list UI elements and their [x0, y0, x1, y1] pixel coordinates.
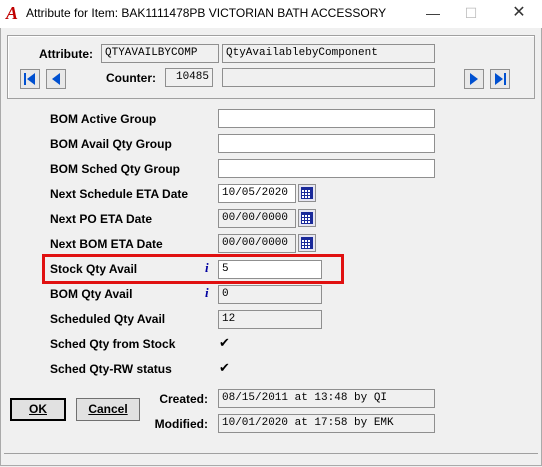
ok-button-label: OK [29, 402, 47, 416]
sched-qty-rw-status-checkbox[interactable]: ✔ [219, 361, 232, 374]
next-po-eta-calendar-button[interactable] [298, 209, 316, 227]
counter-extra-field [222, 68, 435, 87]
created-field: 08/15/2011 at 13:48 by QI [218, 389, 435, 408]
attribute-name-field: QtyAvailablebyComponent [222, 44, 435, 63]
sched-qty-from-stock-label: Sched Qty from Stock [50, 337, 176, 351]
first-record-icon [24, 73, 35, 85]
next-po-eta-input[interactable]: 00/00/0000 [218, 209, 296, 228]
app-logo-icon: A [6, 3, 19, 23]
bom-active-group-input[interactable] [218, 109, 435, 128]
maximize-button[interactable]: ☐ [452, 0, 490, 28]
calendar-icon [301, 237, 313, 249]
next-record-button[interactable] [464, 69, 484, 89]
previous-record-icon [52, 73, 60, 85]
next-po-eta-label: Next PO ETA Date [50, 212, 153, 226]
sched-qty-from-stock-checkbox[interactable]: ✔ [219, 336, 232, 349]
attribute-code-field: QTYAVAILBYCOMP [101, 44, 219, 63]
first-record-button[interactable] [20, 69, 40, 89]
close-button[interactable]: ✕ [500, 0, 538, 28]
attribute-label: Attribute: [39, 47, 93, 61]
last-record-icon [495, 73, 506, 85]
bom-avail-qty-group-label: BOM Avail Qty Group [50, 137, 172, 151]
title-bar: A Attribute for Item: BAK1111478PB VICTO… [0, 0, 542, 28]
window-title: Attribute for Item: BAK1111478PB VICTORI… [26, 6, 387, 20]
last-record-button[interactable] [490, 69, 510, 89]
scheduled-qty-avail-label: Scheduled Qty Avail [50, 312, 166, 326]
calendar-icon [301, 187, 313, 199]
bom-qty-avail-label: BOM Qty Avail [50, 287, 133, 301]
bom-qty-avail-input[interactable]: 0 [218, 285, 322, 304]
next-schedule-eta-label: Next Schedule ETA Date [50, 187, 189, 201]
created-label: Created: [159, 392, 208, 406]
bom-qty-info-icon[interactable]: i [205, 285, 209, 301]
bom-active-group-label: BOM Active Group [50, 112, 157, 126]
bom-sched-qty-group-input[interactable] [218, 159, 435, 178]
next-bom-eta-input[interactable]: 00/00/0000 [218, 234, 296, 253]
cancel-button[interactable]: Cancel [76, 398, 140, 421]
next-schedule-eta-input[interactable]: 10/05/2020 [218, 184, 296, 203]
scheduled-qty-avail-input[interactable]: 12 [218, 310, 322, 329]
bom-avail-qty-group-input[interactable] [218, 134, 435, 153]
bom-sched-qty-group-label: BOM Sched Qty Group [50, 162, 181, 176]
ok-button[interactable]: OK [10, 398, 66, 421]
cancel-button-label: Cancel [88, 402, 128, 416]
counter-field: 10485 [165, 68, 213, 87]
minimize-button[interactable]: — [414, 0, 452, 28]
next-schedule-eta-calendar-button[interactable] [298, 184, 316, 202]
next-bom-eta-label: Next BOM ETA Date [50, 237, 163, 251]
next-record-icon [470, 73, 478, 85]
modified-label: Modified: [154, 417, 208, 431]
sched-qty-rw-status-label: Sched Qty-RW status [50, 362, 172, 376]
stock-qty-highlight-box [42, 254, 344, 284]
previous-record-button[interactable] [46, 69, 66, 89]
next-bom-eta-calendar-button[interactable] [298, 234, 316, 252]
counter-label: Counter: [106, 71, 156, 85]
modified-field: 10/01/2020 at 17:58 by EMK [218, 414, 435, 433]
calendar-icon [301, 212, 313, 224]
status-bar [4, 453, 538, 466]
